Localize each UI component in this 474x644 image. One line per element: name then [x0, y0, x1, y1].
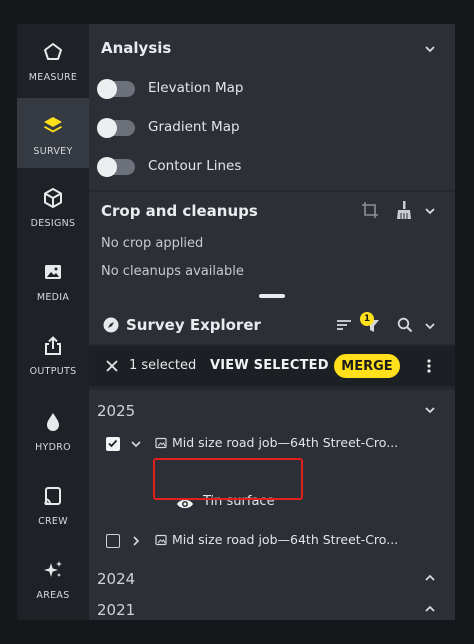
compass-icon — [103, 317, 119, 333]
survey-row-label[interactable]: Mid size road job—64th Street-Cro... — [172, 532, 398, 547]
sidebar-item-survey[interactable]: SURVEY — [17, 98, 89, 168]
filter-count-badge: 1 — [360, 312, 374, 326]
survey-list: 2025 Mid size road job—64th Street-Cro..… — [89, 390, 455, 620]
survey-explorer-title: Survey Explorer — [126, 316, 261, 334]
survey-row-label[interactable]: Mid size road job—64th Street-Cro... — [172, 435, 398, 450]
sidebar-item-label: HYDRO — [35, 442, 71, 453]
crop-status: No crop applied — [101, 236, 204, 251]
sidebar-item-hydro[interactable]: HYDRO — [17, 394, 89, 464]
selection-bar: 1 selected VIEW SELECTED MERGE — [89, 346, 455, 386]
crop-icon[interactable] — [361, 201, 379, 219]
contour-lines-toggle[interactable] — [97, 157, 135, 177]
sidebar-item-measure[interactable]: MEASURE — [17, 24, 89, 94]
sidebar-item-areas[interactable]: AREAS — [17, 542, 89, 612]
analysis-title: Analysis — [101, 39, 172, 57]
gradient-map-label: Gradient Map — [148, 119, 240, 135]
sidebar-item-designs[interactable]: DESIGNS — [17, 170, 89, 240]
contour-lines-label: Contour Lines — [148, 158, 242, 174]
chevron-up-icon[interactable] — [423, 571, 437, 585]
cast-icon — [44, 487, 61, 505]
layers-icon — [44, 117, 62, 133]
sidebar-item-label: DESIGNS — [30, 218, 76, 229]
search-icon[interactable] — [397, 317, 413, 333]
chevron-down-icon[interactable] — [423, 319, 437, 333]
resize-handle[interactable] — [259, 294, 285, 298]
survey-explorer-header: Survey Explorer 1 — [89, 308, 455, 344]
sidebar-item-label: MEASURE — [28, 72, 78, 83]
sidebar-item-label: AREAS — [36, 590, 70, 601]
chevron-down-icon[interactable] — [423, 403, 437, 417]
sidebar-item-crew[interactable]: CREW — [17, 468, 89, 538]
chevron-up-icon[interactable] — [423, 602, 437, 616]
close-icon[interactable] — [106, 360, 118, 372]
survey-checkbox[interactable] — [106, 437, 120, 451]
broom-icon[interactable] — [395, 200, 413, 220]
merge-button[interactable]: MERGE — [334, 354, 400, 378]
water-drop-icon — [47, 413, 59, 431]
sort-icon[interactable] — [336, 318, 352, 332]
survey-panel: Analysis Elevation Map Gradient Map Cont… — [89, 24, 455, 620]
sidebar-item-label: SURVEY — [33, 146, 73, 157]
survey-image-icon — [155, 437, 167, 449]
survey-checkbox[interactable] — [106, 534, 120, 548]
sparkle-icon — [44, 561, 62, 577]
share-icon — [45, 336, 61, 355]
selected-count: 1 selected — [129, 358, 197, 373]
sidebar-item-label: MEDIA — [36, 292, 70, 303]
crop-title: Crop and cleanups — [101, 202, 258, 220]
chevron-right-icon[interactable] — [130, 535, 142, 547]
crop-section: Crop and cleanups No crop applied No cle… — [89, 192, 455, 308]
more-options-icon[interactable] — [426, 358, 432, 374]
sidebar-item-label: OUTPUTS — [29, 366, 77, 377]
cleanup-status: No cleanups available — [101, 264, 244, 279]
pentagon-icon — [44, 43, 62, 60]
chevron-down-icon[interactable] — [423, 204, 437, 218]
check-icon — [108, 439, 118, 448]
sidebar-item-media[interactable]: MEDIA — [17, 244, 89, 314]
elevation-map-toggle[interactable] — [97, 79, 135, 99]
elevation-map-label: Elevation Map — [148, 80, 244, 96]
image-icon — [45, 265, 61, 279]
sidebar-item-outputs[interactable]: OUTPUTS — [17, 318, 89, 388]
gradient-map-toggle[interactable] — [97, 118, 135, 138]
year-group-2021[interactable]: 2021 — [97, 601, 135, 619]
year-group-2024[interactable]: 2024 — [97, 570, 135, 588]
year-group-2025[interactable]: 2025 — [97, 402, 135, 420]
app-window: MEASURE SURVEY DESIGNS MEDIA OUTPUTS HYD… — [0, 0, 474, 644]
chevron-down-icon[interactable] — [423, 42, 437, 56]
cube-icon — [44, 188, 62, 208]
sidebar-item-label: CREW — [38, 516, 68, 527]
tin-surface-highlight — [153, 458, 303, 500]
chevron-down-icon[interactable] — [130, 438, 142, 450]
filter-button[interactable]: 1 — [360, 312, 386, 338]
survey-image-icon — [155, 534, 167, 546]
view-selected-button[interactable]: VIEW SELECTED — [210, 358, 329, 373]
sidebar: MEASURE SURVEY DESIGNS MEDIA OUTPUTS HYD… — [17, 24, 89, 620]
analysis-section: Analysis Elevation Map Gradient Map Cont… — [89, 24, 455, 190]
